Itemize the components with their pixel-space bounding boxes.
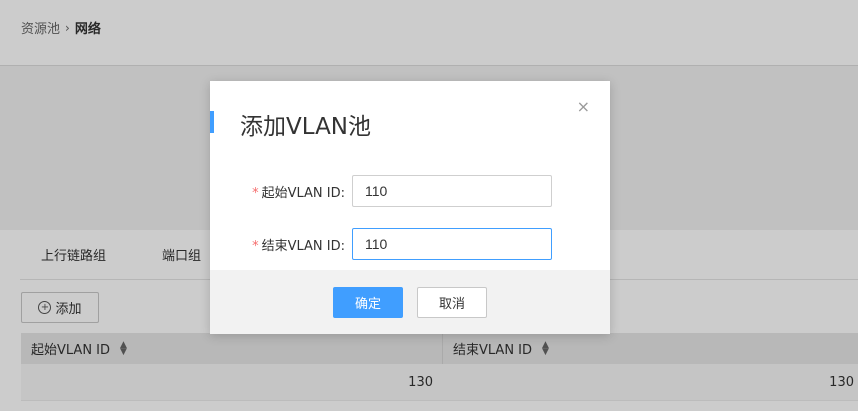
close-icon[interactable]: ×: [577, 97, 590, 116]
add-vlan-pool-dialog: 添加VLAN池 × *起始VLAN ID: *结束VLAN ID: 确定 取消: [210, 81, 610, 334]
title-accent-bar: [210, 111, 214, 133]
start-vlan-label: * 起始VLAN ID:: [252, 185, 345, 201]
cancel-button[interactable]: 取消: [417, 286, 487, 318]
required-mark: *: [252, 185, 259, 201]
end-vlan-row: * 结束VLAN ID:: [210, 228, 610, 260]
end-vlan-label: * 结束VLAN ID:: [252, 238, 345, 254]
dialog-footer: 确定 取消: [210, 270, 610, 334]
confirm-button[interactable]: 确定: [333, 286, 403, 318]
start-vlan-row: * 起始VLAN ID:: [210, 175, 610, 207]
dialog-title: 添加VLAN池: [240, 114, 372, 140]
required-mark: *: [252, 238, 259, 254]
end-vlan-input[interactable]: [352, 228, 552, 260]
start-vlan-input[interactable]: [352, 175, 552, 207]
